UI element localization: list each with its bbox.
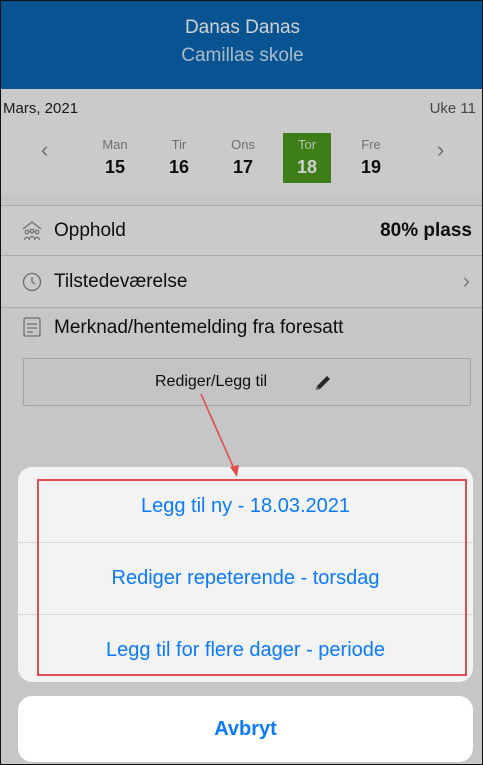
app-screen: Danas Danas Camillas skole Mars, 2021 Uk… bbox=[0, 0, 483, 765]
annotation-arrow bbox=[200, 393, 239, 477]
